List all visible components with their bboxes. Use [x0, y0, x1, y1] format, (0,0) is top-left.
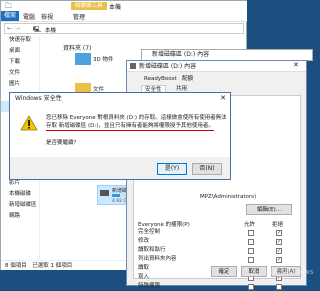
cube-icon [75, 53, 91, 65]
props-title: 新增磁碟區 (D:) 內容 [127, 61, 306, 72]
checkbox-deny[interactable]: ✓ [276, 257, 282, 263]
sidebar-item-network[interactable]: 網路 [1, 211, 39, 222]
sidebar-item-desktop[interactable]: 桌面 [1, 46, 39, 57]
perm-list-folder: 列出資料夾內容 [138, 256, 177, 262]
perm-modify: 修改 [138, 238, 150, 244]
warning-icon [20, 115, 38, 131]
window-title: 本機 [109, 4, 122, 11]
perm-special: 特殊權限 [138, 283, 161, 289]
forward-arrow-icon[interactable]: → [15, 25, 20, 32]
ribbon-context-tab[interactable]: 磁碟機工具 [71, 2, 107, 10]
checkbox-allow[interactable] [248, 248, 254, 254]
dialog-question: 是否要繼續? [46, 140, 77, 146]
yes-button[interactable]: 是(Y) [157, 163, 187, 175]
perm-list: 完全控制 修改 讀取和執行 列出資料夾內容 讀取 寫入 特殊權限 [138, 228, 296, 291]
computer-icon: 🖳 [33, 26, 42, 33]
checkbox-deny[interactable]: ✓ [276, 239, 282, 245]
close-icon[interactable]: ✕ [293, 61, 299, 69]
no-button[interactable]: 否(N) [192, 163, 222, 175]
dialog-message-line1: 您已移除 Everyone 對根資料夾 (D:) 的存取。這樣做會使所有使用者無… [46, 115, 226, 121]
security-dialog: Windows 安全性 ✕ 您已移除 Everyone 對根資料夾 (D:) 的… [9, 92, 231, 180]
close-icon[interactable]: ✕ [216, 93, 230, 104]
sidebar-item-documents[interactable]: 文件 [1, 68, 39, 79]
dialog-message: 您已移除 Everyone 對根資料夾 (D:) 的存取。這樣做會使所有使用者無… [46, 114, 226, 147]
tab-computer[interactable]: 電腦 [23, 12, 35, 21]
perm-header: Everyone 的權限(P) [138, 222, 190, 228]
folder-3d-label[interactable]: 3D 物件 [93, 55, 113, 63]
drive-icon [130, 63, 136, 69]
sidebar-item-quick-access[interactable]: 快速存取 [1, 35, 39, 46]
perm-read-execute: 讀取和執行 [138, 247, 166, 253]
checkbox-allow[interactable] [248, 284, 254, 290]
tab-file[interactable]: 檔案 [1, 11, 19, 21]
address-bar[interactable]: ← → 🖳 本機 [4, 23, 244, 34]
edit-button[interactable]: 編輯(E)... [246, 204, 292, 215]
user-entry[interactable]: MPZ\Administrators) [200, 194, 256, 200]
back-arrow-icon[interactable]: ← [7, 25, 12, 32]
activation-watermark: 啟用 Windows [266, 268, 314, 276]
deny-header: 拒絕 [272, 222, 284, 228]
cancel-button[interactable]: 取消 [241, 266, 267, 277]
drive-icon [100, 190, 109, 196]
tab-manage[interactable]: 管理 [73, 12, 85, 21]
perm-full-control: 完全控制 [138, 229, 161, 235]
checkbox-allow[interactable] [248, 239, 254, 245]
ok-button[interactable]: 確定 [211, 266, 237, 277]
dialog-message-line2: 存取 新增磁碟區 (D:)，並且只有擁有者能夠將權限授予其他使用者。 [46, 123, 214, 131]
dialog-title: Windows 安全性 [10, 93, 230, 104]
tab-readyboost[interactable]: ReadyBoost [141, 75, 180, 84]
folders-header: 資料夾 (7) [63, 45, 92, 52]
ribbon-tabs [1, 11, 247, 22]
checkbox-allow[interactable] [248, 257, 254, 263]
allow-header: 允許 [244, 222, 256, 228]
checkbox-deny[interactable]: ✓ [276, 248, 282, 254]
sidebar-item-local-disk[interactable]: 本機磁碟 [1, 189, 39, 200]
tab-view[interactable]: 檢視 [41, 12, 53, 21]
checkbox-allow[interactable] [248, 230, 254, 236]
checkbox-deny[interactable]: ✓ [276, 230, 282, 236]
address-text: 本機 [45, 28, 57, 34]
sidebar-item-new-volume[interactable]: 新增磁碟區 [1, 200, 39, 211]
sidebar-item-downloads[interactable]: 下載 [1, 57, 39, 68]
tab-quota[interactable]: 配額 [179, 75, 196, 84]
sidebar-item-pictures[interactable]: 圖片 [1, 79, 39, 90]
checkbox-deny[interactable] [276, 284, 282, 290]
